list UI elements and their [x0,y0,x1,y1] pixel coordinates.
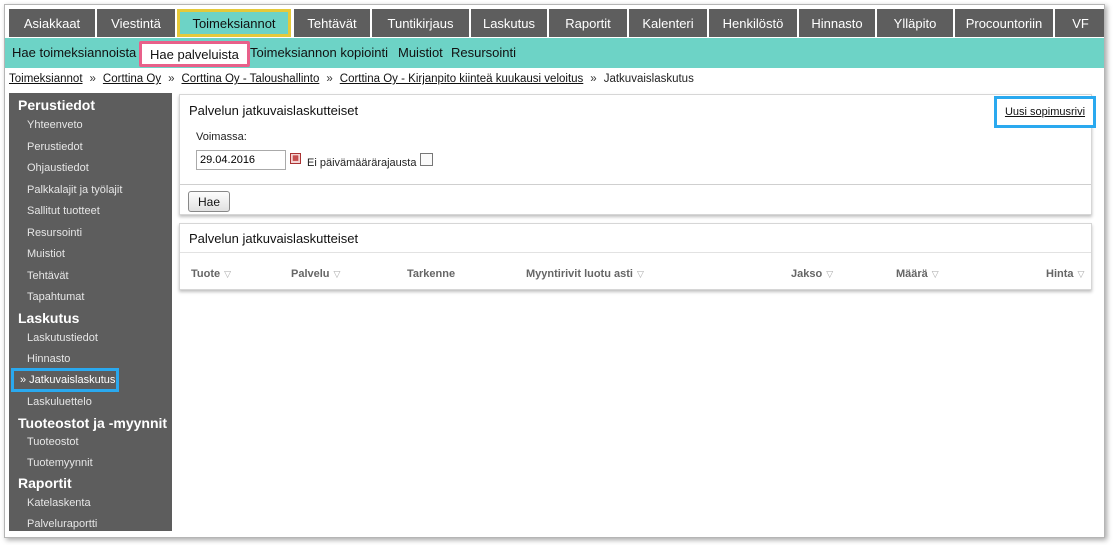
sidebar-item-tapahtumat[interactable]: Tapahtumat [27,291,84,303]
breadcrumb-toimeksiannot[interactable]: Toimeksiannot [9,73,83,85]
results-panel: Palvelun jatkuvaislaskutteiset Tuote ▽ Pa… [179,223,1092,290]
breadcrumb-separator: » [590,73,597,85]
topnav-asiakkaat[interactable]: Asiakkaat [9,9,95,37]
topnav-laskutus[interactable]: Laskutus [471,9,547,37]
valid-label: Voimassa: [196,131,247,143]
no-date-limit-checkbox[interactable] [420,153,433,166]
sidebar-item-tuoteostot[interactable]: Tuoteostot [27,436,79,448]
sidebar-item-tuotemyynnit[interactable]: Tuotemyynnit [27,457,93,469]
breadcrumb-taloushallinto[interactable]: Corttina Oy - Taloushallinto [182,73,320,85]
column-header-maara[interactable]: Määrä ▽ [896,268,939,280]
breadcrumb-separator: » [326,73,333,85]
topnav-tehtavat[interactable]: Tehtävät [294,9,370,37]
panel-divider [180,184,1091,185]
new-contract-row-link[interactable]: Uusi sopimusrivi [994,96,1096,128]
breadcrumb-corttina-oy[interactable]: Corttina Oy [103,73,161,85]
sidebar-item-palveluraportti[interactable]: Palveluraportti [27,518,97,530]
sidebar-heading-tuoteostot: Tuoteostot ja -myynnit [18,415,168,431]
sort-triangle-icon: ▽ [1077,269,1085,279]
topnav-henkilosto[interactable]: Henkilöstö [709,9,797,37]
sidebar-heading-perustiedot: Perustiedot [18,97,96,113]
sidebar-item-yhteenveto[interactable]: Yhteenveto [27,119,83,131]
column-header-hinta[interactable]: Hinta ▽ [1046,268,1084,280]
breadcrumb-separator: » [168,73,175,85]
topnav-vf[interactable]: VF [1055,9,1104,37]
sidebar-item-sallitut-tuotteet[interactable]: Sallitut tuotteet [27,205,100,217]
sort-triangle-icon: ▽ [636,269,644,279]
subnav-toimeksiannon-kopiointi[interactable]: Toimeksiannon kopiointi [250,38,388,68]
column-header-tarkenne: Tarkenne [407,268,456,280]
sidebar-item-laskutustiedot[interactable]: Laskutustiedot [27,332,98,344]
topnav-toimeksiannot[interactable]: Toimeksiannot [177,9,291,37]
sidebar-item-katelaskenta[interactable]: Katelaskenta [27,497,91,509]
search-panel: Palvelun jatkuvaislaskutteiset Uusi sopi… [179,94,1096,215]
subnav-hae-palveluista[interactable]: Hae palveluista [139,41,250,67]
search-panel-title: Palvelun jatkuvaislaskutteiset [189,103,359,118]
sidebar-item-perustiedot[interactable]: Perustiedot [27,141,83,153]
sidebar-heading-raportit: Raportit [18,475,72,491]
topnav-tuntikirjaus[interactable]: Tuntikirjaus [372,9,469,37]
column-header-tuote[interactable]: Tuote ▽ [191,268,231,280]
column-header-jakso[interactable]: Jakso ▽ [791,268,833,280]
sub-navigation: Hae toimeksiannoista Hae palveluista Toi… [5,38,1104,68]
sidebar-item-resursointi[interactable]: Resursointi [27,227,82,239]
sidebar-heading-laskutus: Laskutus [18,310,80,326]
subnav-resursointi[interactable]: Resursointi [451,38,516,68]
sidebar-item-laskuluettelo[interactable]: Laskuluettelo [27,396,92,408]
sidebar-item-hinnasto[interactable]: Hinnasto [27,353,70,365]
subnav-hae-toimeksiannoista[interactable]: Hae toimeksiannoista [12,38,136,68]
top-navigation: Asiakkaat Viestintä Toimeksiannot Tehtäv… [5,5,1104,38]
sidebar-item-jatkuvaislaskutus[interactable]: » Jatkuvaislaskutus [11,368,119,392]
no-date-limit-label: Ei päivämäärärajausta [307,157,417,169]
topnav-raportit[interactable]: Raportit [549,9,627,37]
topnav-yllapito[interactable]: Ylläpito [877,9,953,37]
calendar-icon[interactable]: ▦ [290,153,301,164]
app-window: Asiakkaat Viestintä Toimeksiannot Tehtäv… [4,4,1105,538]
sort-triangle-icon: ▽ [931,269,939,279]
sidebar-item-muistiot[interactable]: Muistiot [27,248,65,260]
sidebar-item-tehtavat[interactable]: Tehtävät [27,270,69,282]
sort-triangle-icon: ▽ [333,269,341,279]
valid-date-input[interactable] [196,150,286,170]
subnav-muistiot[interactable]: Muistiot [398,38,443,68]
breadcrumb-current: Jatkuvaislaskutus [603,73,694,85]
topnav-viestinta[interactable]: Viestintä [97,9,175,37]
column-header-myyntirivit[interactable]: Myyntirivit luotu asti ▽ [526,268,644,280]
sidebar: Perustiedot Yhteenveto Perustiedot Ohjau… [9,93,172,531]
sort-triangle-icon: ▽ [826,269,834,279]
sidebar-item-ohjaustiedot[interactable]: Ohjaustiedot [27,162,89,174]
topnav-procountoriin[interactable]: Procountoriin [955,9,1053,37]
topnav-kalenteri[interactable]: Kalenteri [629,9,707,37]
sidebar-item-palkkalajit[interactable]: Palkkalajit ja työlajit [27,184,122,196]
breadcrumb: Toimeksiannot » Corttina Oy » Corttina Oy - … [9,73,694,89]
breadcrumb-separator: » [89,73,96,85]
column-header-palvelu[interactable]: Palvelu ▽ [291,268,340,280]
results-panel-title: Palvelun jatkuvaislaskutteiset [189,231,359,246]
topnav-hinnasto[interactable]: Hinnasto [799,9,875,37]
sort-triangle-icon: ▽ [224,269,232,279]
breadcrumb-kirjanpito[interactable]: Corttina Oy - Kirjanpito kiinteä kuukaus… [340,73,584,85]
search-button[interactable]: Hae [188,191,230,212]
panel-divider [180,252,1091,253]
